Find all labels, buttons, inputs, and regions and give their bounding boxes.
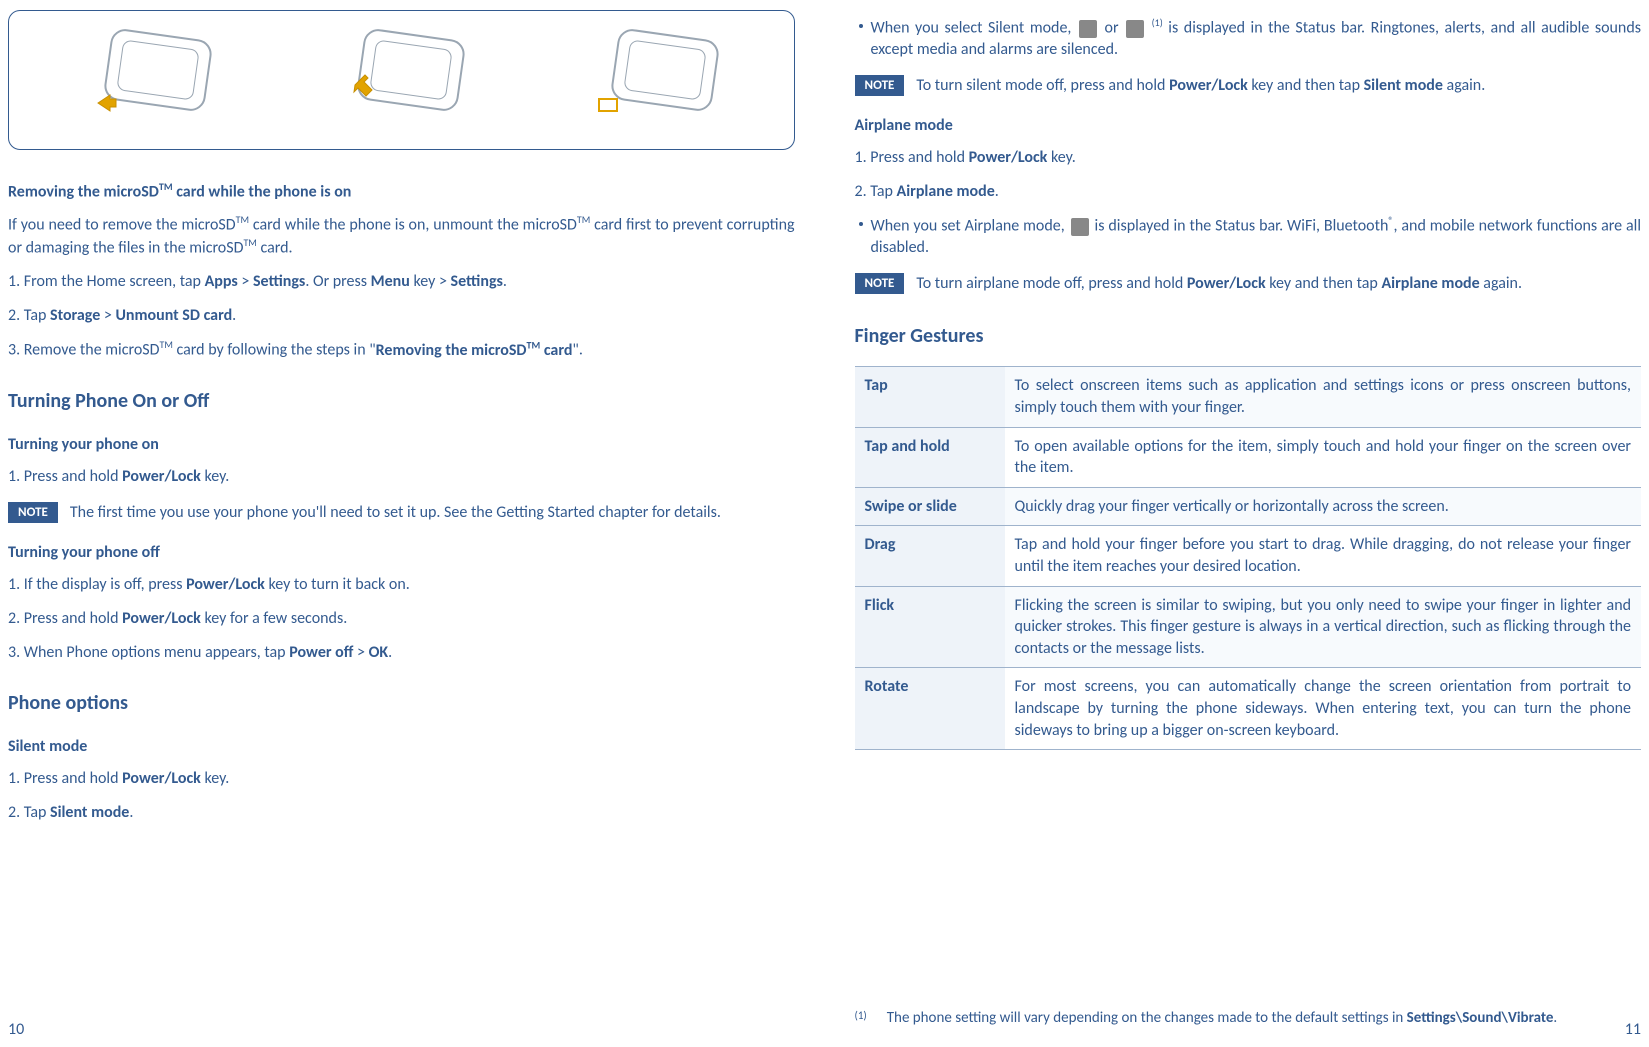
step-2: 2. Tap Storage > Unmount SD card. [8,305,795,327]
table-row: FlickFlicking the screen is similar to s… [855,586,1642,668]
turn-off-sub: Turning your phone off [8,543,795,562]
phone-open-illustration-3 [575,25,735,135]
gesture-desc: Quickly drag your finger vertically or h… [1005,487,1642,526]
phone-options-heading: Phone options [8,691,795,715]
table-row: TapTo select onscreen items such as appl… [855,367,1642,427]
air-step-2: 2. Tap Airplane mode. [855,181,1642,203]
phone-open-illustration-2 [321,25,481,135]
table-row: RotateFor most screens, you can automati… [855,668,1642,750]
airplane-bullet: When you set Airplane mode, is displayed… [855,214,1642,259]
speaker-mute-icon [1079,20,1097,38]
gesture-name: Drag [855,526,1005,586]
gesture-desc: For most screens, you can automatically … [1005,668,1642,750]
page-number-left: 10 [8,1020,24,1039]
footnote-marker: (1) [855,1009,867,1027]
step-3: 3. Remove the microSDTM card by followin… [8,338,795,361]
table-row: DragTap and hold your finger before you … [855,526,1642,586]
removing-heading: Removing the microSDTM card while the ph… [8,180,795,201]
step-1: 1. From the Home screen, tap Apps > Sett… [8,271,795,293]
left-page: Removing the microSDTM card while the ph… [0,0,825,1047]
note-badge: NOTE [855,75,905,96]
footnote: (1) The phone setting will vary dependin… [855,989,1642,1027]
gestures-table: TapTo select onscreen items such as appl… [855,366,1642,750]
turn-on-sub: Turning your phone on [8,435,795,454]
turn-on-step-1: 1. Press and hold Power/Lock key. [8,466,795,488]
note-text: To turn airplane mode off, press and hol… [916,273,1641,295]
table-row: Swipe or slideQuickly drag your finger v… [855,487,1642,526]
turn-off-step-1: 1. If the display is off, press Power/Lo… [8,574,795,596]
gesture-desc: Flicking the screen is similar to swipin… [1005,586,1642,668]
note-first-time: NOTE The first time you use your phone y… [8,502,795,524]
gesture-desc: To select onscreen items such as applica… [1005,367,1642,427]
note-airplane-off: NOTE To turn airplane mode off, press an… [855,273,1642,295]
silent-sub: Silent mode [8,737,795,756]
turning-heading: Turning Phone On or Off [8,389,795,413]
note-text: The first time you use your phone you'll… [70,502,795,524]
gesture-name: Tap [855,367,1005,427]
gesture-name: Swipe or slide [855,487,1005,526]
note-badge: NOTE [855,273,905,294]
illustration-box [8,10,795,150]
bullet-icon [859,222,863,226]
turn-off-step-2: 2. Press and hold Power/Lock key for a f… [8,608,795,630]
air-step-1: 1. Press and hold Power/Lock key. [855,147,1642,169]
vibrate-icon [1126,20,1144,38]
footnote-text: The phone setting will vary depending on… [887,1009,1557,1027]
page-number-right: 11 [1625,1020,1641,1039]
silent-step-1: 1. Press and hold Power/Lock key. [8,768,795,790]
phone-open-illustration-1 [68,25,228,135]
bullet-icon [859,24,863,28]
gesture-name: Tap and hold [855,427,1005,487]
gesture-desc: Tap and hold your finger before you star… [1005,526,1642,586]
silent-bullet: When you select Silent mode, or (1) is d… [855,16,1642,61]
gesture-name: Flick [855,586,1005,668]
removing-intro: If you need to remove the microSDTM card… [8,213,795,259]
gesture-desc: To open available options for the item, … [1005,427,1642,487]
airplane-sub: Airplane mode [855,116,1642,135]
table-row: Tap and holdTo open available options fo… [855,427,1642,487]
gestures-heading: Finger Gestures [855,324,1642,348]
turn-off-step-3: 3. When Phone options menu appears, tap … [8,642,795,664]
note-silent-off: NOTE To turn silent mode off, press and … [855,75,1642,97]
note-text: To turn silent mode off, press and hold … [916,75,1641,97]
gesture-name: Rotate [855,668,1005,750]
right-page: When you select Silent mode, or (1) is d… [825,0,1649,1047]
note-badge: NOTE [8,502,58,523]
silent-step-2: 2. Tap Silent mode. [8,802,795,824]
airplane-icon [1071,218,1089,236]
